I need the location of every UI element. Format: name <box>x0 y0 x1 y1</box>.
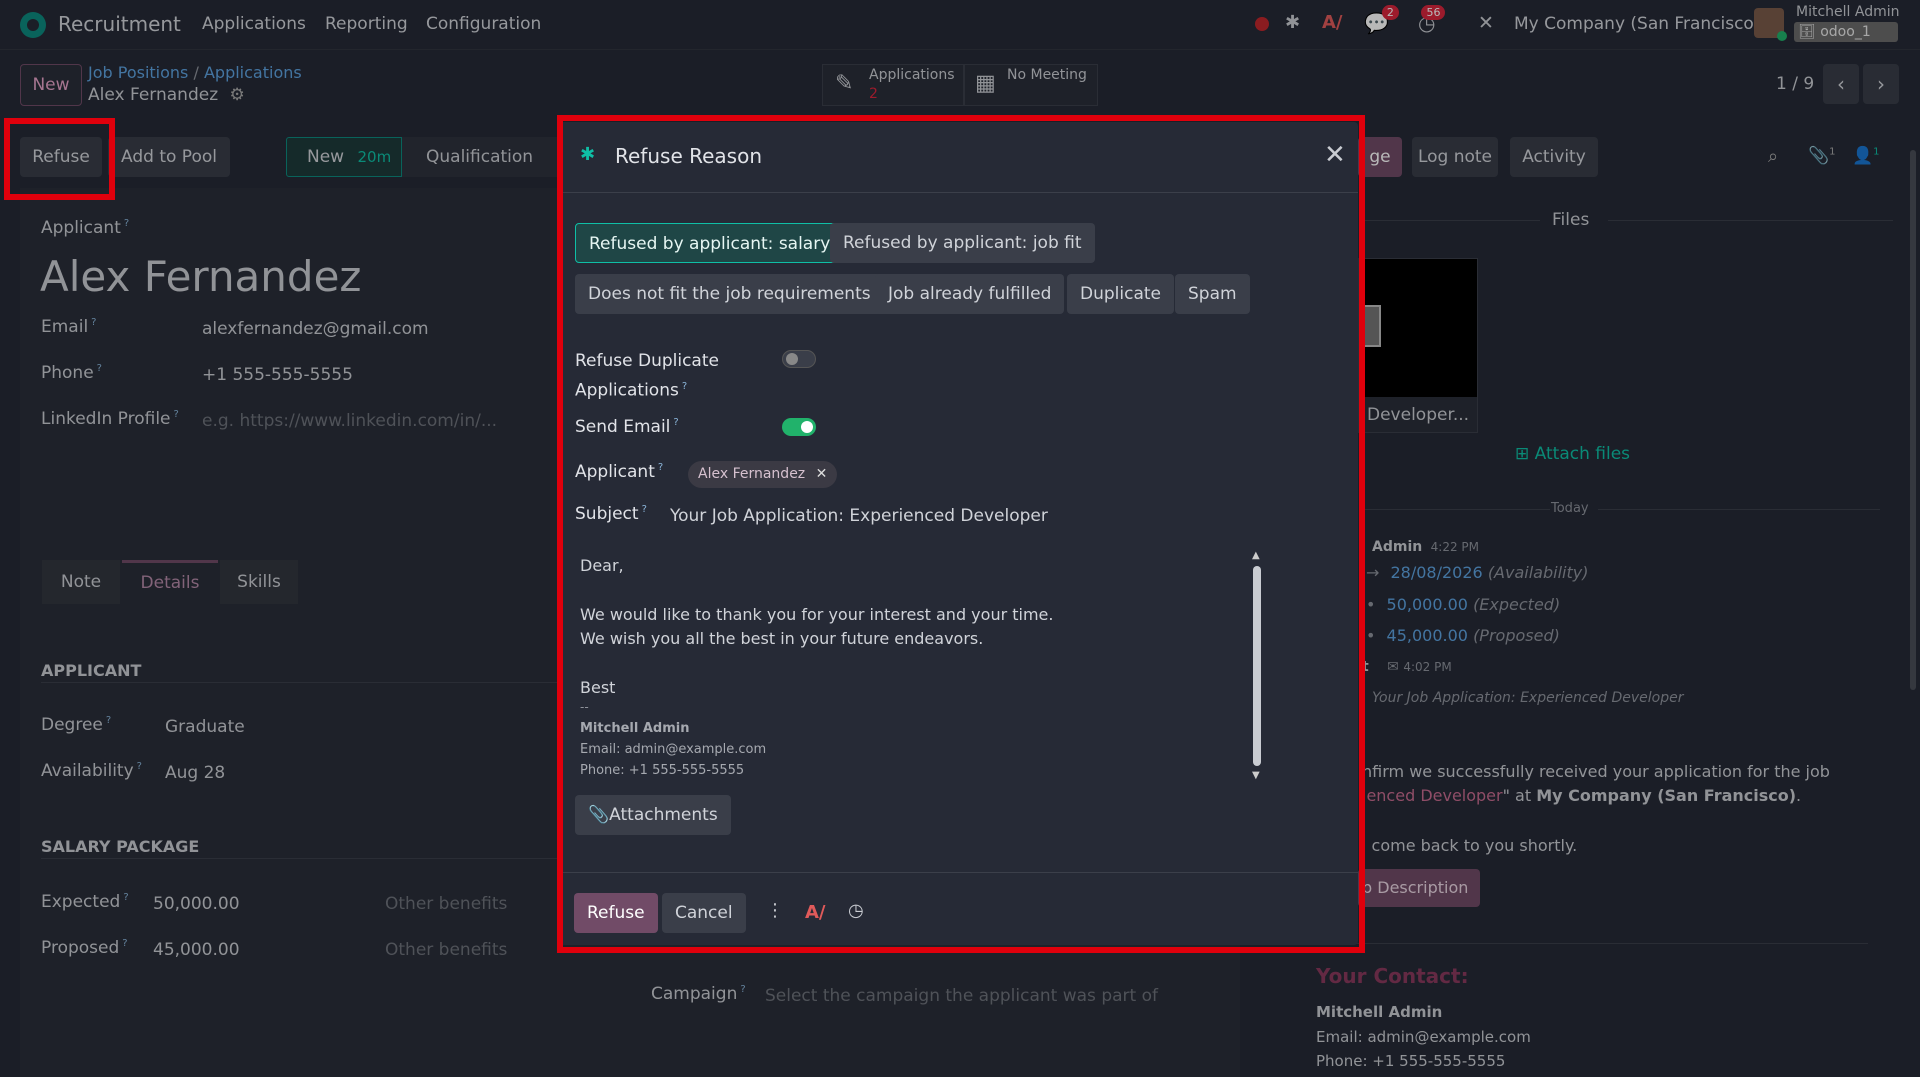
dialog-refuse-button[interactable]: Refuse <box>574 893 658 933</box>
bug-icon: ✱ <box>580 144 596 165</box>
reason-spam[interactable]: Spam <box>1175 274 1250 314</box>
applicant-tag[interactable]: Alex Fernandez ✕ <box>688 461 838 488</box>
send-email-toggle[interactable] <box>782 418 816 436</box>
clock-icon[interactable]: ◷ <box>848 900 864 921</box>
more-options-icon[interactable]: ⋮ <box>766 900 784 921</box>
signature-email: Email: admin@example.com <box>580 742 767 757</box>
editor-scrollbar[interactable] <box>1253 566 1261 766</box>
signature-name: Mitchell Admin <box>580 721 690 736</box>
reason-not-fit[interactable]: Does not fit the job requirements <box>575 274 884 314</box>
body-line2: We wish you all the best in your future … <box>580 629 984 648</box>
editor-scroll-up-icon[interactable]: ▲ <box>1252 550 1260 561</box>
dialog-cancel-button[interactable]: Cancel <box>662 893 746 933</box>
subject-label: Subject? <box>575 504 647 524</box>
body-closing: Best <box>580 678 616 697</box>
applicant-tag-label: Alex Fernandez <box>698 466 806 482</box>
subject-input[interactable]: Your Job Application: Experienced Develo… <box>670 506 1048 526</box>
paperclip-icon: 📎 <box>588 805 610 825</box>
remove-tag-icon[interactable]: ✕ <box>816 466 828 482</box>
signature-phone: Phone: +1 555-555-5555 <box>580 763 745 778</box>
dialog-title: Refuse Reason <box>615 144 762 168</box>
body-greeting: Dear, <box>580 556 624 575</box>
body-separator: -- <box>580 700 589 714</box>
reason-job-fit[interactable]: Refused by applicant: job fit <box>830 223 1095 263</box>
reason-fulfilled[interactable]: Job already fulfilled <box>875 274 1065 314</box>
refuse-duplicate-label: Refuse Duplicate Applications? <box>575 351 719 401</box>
applicant-field-label: Applicant? <box>575 462 664 482</box>
editor-scroll-down-icon[interactable]: ▼ <box>1252 770 1260 781</box>
refuse-duplicate-toggle[interactable] <box>782 350 816 368</box>
attachments-button[interactable]: 📎Attachments <box>575 795 731 835</box>
reason-duplicate[interactable]: Duplicate <box>1067 274 1174 314</box>
send-email-label: Send Email? <box>575 417 679 437</box>
close-icon[interactable]: ✕ <box>1324 140 1346 170</box>
reason-salary[interactable]: Refused by applicant: salary <box>575 223 845 263</box>
body-line1: We would like to thank you for your inte… <box>580 605 1054 624</box>
ai-logo-icon[interactable]: A/ <box>805 902 826 923</box>
